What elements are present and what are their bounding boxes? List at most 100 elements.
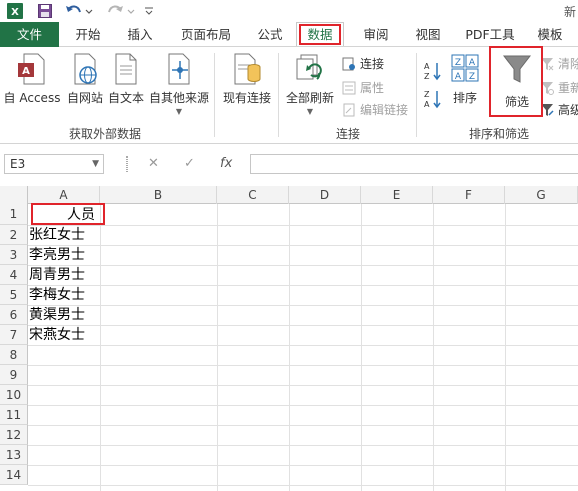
formula-input[interactable] xyxy=(250,154,578,174)
row-header[interactable]: 14 xyxy=(0,465,28,485)
tab-page-layout[interactable]: 页面布局 xyxy=(170,22,242,47)
row-header[interactable]: 11 xyxy=(0,405,28,425)
web-icon xyxy=(74,53,97,85)
cell-a5[interactable]: 李梅女士 xyxy=(29,285,85,304)
cell-a3[interactable]: 李亮男士 xyxy=(29,245,85,264)
row-header[interactable]: 13 xyxy=(0,445,28,465)
from-other-sources-button[interactable]: 自其他来源 ▼ xyxy=(148,47,210,116)
row-header[interactable]: 9 xyxy=(0,365,28,385)
tab-review[interactable]: 审阅 xyxy=(354,22,398,47)
reapply-label: 重新 xyxy=(558,81,578,95)
tab-formulas[interactable]: 公式 xyxy=(248,22,292,47)
row-header[interactable]: 10 xyxy=(0,385,28,405)
confirm-entry-icon[interactable]: ✓ xyxy=(184,154,195,174)
existing-connections-label: 现有连接 xyxy=(222,91,271,105)
tab-templates[interactable]: 模板 xyxy=(528,22,572,47)
column-header-b[interactable]: B xyxy=(100,186,217,204)
svg-text:Z: Z xyxy=(424,72,430,81)
properties-button[interactable]: 属性 xyxy=(342,79,384,96)
existing-connections-icon xyxy=(234,53,261,85)
edit-links-button[interactable]: 编辑链接 xyxy=(342,101,408,118)
group-separator xyxy=(416,53,417,137)
tab-home[interactable]: 开始 xyxy=(64,22,112,47)
gridline xyxy=(361,204,362,491)
advanced-filter-button[interactable]: 高级 xyxy=(540,101,578,118)
row-header[interactable]: 12 xyxy=(0,425,28,445)
gridline xyxy=(28,405,578,406)
gridline xyxy=(28,285,578,286)
connections-button[interactable]: 连接 xyxy=(342,55,384,72)
row-header[interactable]: 3 xyxy=(0,245,28,265)
clear-filter-label: 清除 xyxy=(558,57,578,71)
window-title: 新 xyxy=(563,5,576,19)
column-header-d[interactable]: D xyxy=(289,186,361,204)
formula-bar-grip[interactable] xyxy=(126,156,128,172)
row-header[interactable]: 1 xyxy=(0,204,28,225)
tab-insert[interactable]: 插入 xyxy=(116,22,164,47)
column-header-e[interactable]: E xyxy=(361,186,433,204)
sort-button[interactable]: ZAAZ 排序 xyxy=(446,47,484,106)
cell-a4[interactable]: 周青男士 xyxy=(29,265,85,284)
column-header-c[interactable]: C xyxy=(217,186,289,204)
from-access-label: 自 Access xyxy=(3,91,61,105)
row-header[interactable]: 5 xyxy=(0,285,28,305)
refresh-all-label: 全部刷新 xyxy=(285,91,334,105)
existing-connections-button[interactable]: 现有连接 xyxy=(220,47,274,106)
from-web-button[interactable]: 自网站 xyxy=(64,47,106,106)
row-header[interactable]: 8 xyxy=(0,345,28,365)
row-header[interactable]: 4 xyxy=(0,265,28,285)
row-header[interactable]: 6 xyxy=(0,305,28,325)
customize-toolbar-icon[interactable] xyxy=(144,2,154,20)
name-box[interactable]: E3 ▼ xyxy=(4,154,104,174)
gridline xyxy=(28,325,578,326)
save-icon[interactable] xyxy=(36,2,54,20)
sort-dialog-icon: Z AA Z xyxy=(451,54,479,82)
svg-text:A: A xyxy=(22,66,30,77)
select-all-corner[interactable] xyxy=(0,186,28,204)
sort-ascending-button[interactable]: AZ xyxy=(424,61,442,81)
worksheet-grid[interactable]: A B C D E F G 1 2 3 4 5 6 7 8 9 10 11 12… xyxy=(0,186,578,491)
column-header-f[interactable]: F xyxy=(433,186,505,204)
column-header-a[interactable]: A xyxy=(28,186,100,204)
group-label-connections: 连接 xyxy=(335,127,360,141)
clear-filter-button[interactable]: 清除 xyxy=(540,55,578,72)
gridline xyxy=(28,425,578,426)
tab-pdf-tools[interactable]: PDF工具 xyxy=(460,22,520,47)
from-web-label: 自网站 xyxy=(66,91,103,105)
sort-descending-button[interactable]: ZA xyxy=(424,89,442,109)
connections-icon xyxy=(342,57,355,70)
name-box-dropdown-icon[interactable]: ▼ xyxy=(92,155,99,173)
redo-icon[interactable] xyxy=(106,2,136,20)
svg-text:A: A xyxy=(469,58,476,68)
gridline xyxy=(505,204,506,491)
gridline xyxy=(100,204,101,491)
from-text-label: 自文本 xyxy=(107,91,144,105)
connections-label: 连接 xyxy=(360,57,385,71)
access-icon: A xyxy=(18,53,45,85)
group-separator xyxy=(214,53,215,137)
cell-a6[interactable]: 黄渠男士 xyxy=(29,305,85,324)
gridline xyxy=(28,465,578,466)
row-header[interactable]: 2 xyxy=(0,225,28,245)
gridline xyxy=(433,204,434,491)
cancel-entry-icon[interactable]: ✕ xyxy=(148,154,159,174)
cell-a1-highlight xyxy=(31,203,105,225)
from-access-button[interactable]: A 自 Access xyxy=(2,47,62,106)
svg-text:A: A xyxy=(424,62,430,71)
from-other-sources-label: 自其他来源 xyxy=(148,91,209,105)
tab-view[interactable]: 视图 xyxy=(406,22,450,47)
reapply-button[interactable]: 重新 xyxy=(540,79,578,96)
gridline xyxy=(28,225,578,226)
gridline xyxy=(28,385,578,386)
refresh-all-button[interactable]: 全部刷新 ▼ xyxy=(282,47,338,116)
gridline xyxy=(28,345,578,346)
undo-icon[interactable] xyxy=(64,2,94,20)
cell-a2[interactable]: 张红女士 xyxy=(29,225,85,244)
insert-function-icon[interactable]: fx xyxy=(220,154,232,174)
svg-text:Z: Z xyxy=(469,72,475,82)
cell-a7[interactable]: 宋燕女士 xyxy=(29,325,85,344)
column-header-g[interactable]: G xyxy=(505,186,578,204)
from-text-button[interactable]: 自文本 xyxy=(106,47,146,106)
row-header[interactable]: 7 xyxy=(0,325,28,345)
tab-file[interactable]: 文件 xyxy=(0,22,59,47)
